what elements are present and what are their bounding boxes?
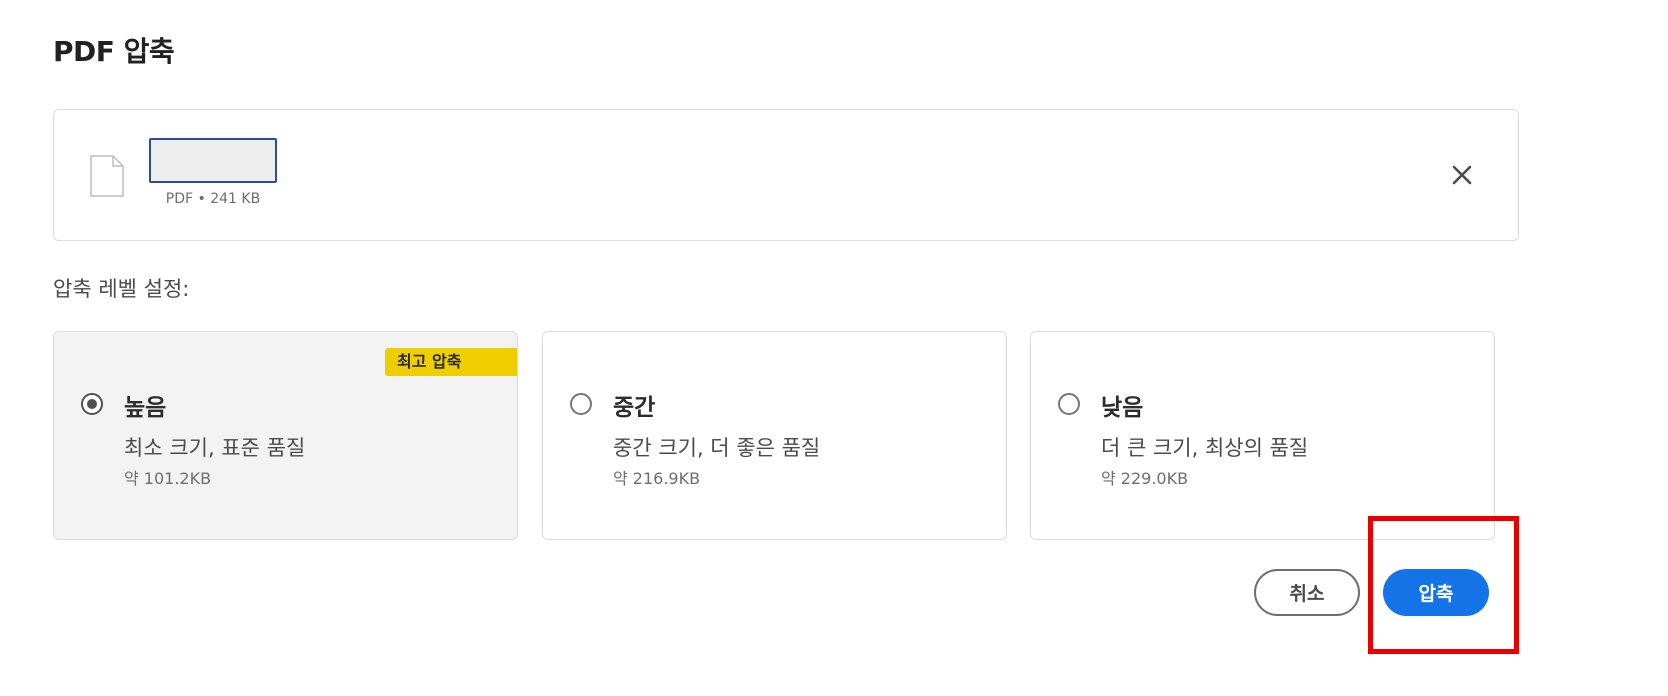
- option-medium[interactable]: 중간 중간 크기, 더 좋은 품질 약 216.9KB: [542, 331, 1007, 540]
- option-description: 더 큰 크기, 최상의 품질: [1101, 436, 1309, 460]
- file-name-field[interactable]: [149, 138, 277, 183]
- compress-button[interactable]: 압축: [1383, 569, 1489, 616]
- compression-level-label: 압축 레벨 설정:: [53, 277, 190, 301]
- option-size: 약 216.9KB: [613, 469, 701, 488]
- compress-pdf-dialog: PDF 압축 PDF • 241 KB 압축 레벨 설정: 최고 압축 높음 최…: [0, 0, 1668, 696]
- best-compression-badge: 최고 압축: [385, 348, 517, 376]
- file-meta: PDF • 241 KB: [165, 191, 261, 207]
- option-description: 중간 크기, 더 좋은 품질: [613, 436, 821, 460]
- option-description: 최소 크기, 표준 품질: [124, 436, 306, 460]
- cancel-button[interactable]: 취소: [1254, 569, 1360, 616]
- file-icon: [90, 155, 124, 197]
- option-size: 약 101.2KB: [124, 469, 212, 488]
- radio-low[interactable]: [1058, 393, 1080, 415]
- option-title: 높음: [124, 395, 167, 421]
- option-size: 약 229.0KB: [1101, 469, 1189, 488]
- radio-medium[interactable]: [570, 393, 592, 415]
- option-title: 중간: [613, 395, 656, 421]
- page-title: PDF 압축: [53, 35, 175, 68]
- option-high[interactable]: 최고 압축 높음 최소 크기, 표준 품질 약 101.2KB: [53, 331, 518, 540]
- file-card: PDF • 241 KB: [53, 109, 1519, 241]
- option-low[interactable]: 낮음 더 큰 크기, 최상의 품질 약 229.0KB: [1030, 331, 1495, 540]
- close-icon[interactable]: [1448, 161, 1476, 189]
- option-title: 낮음: [1101, 395, 1144, 421]
- radio-high[interactable]: [81, 393, 103, 415]
